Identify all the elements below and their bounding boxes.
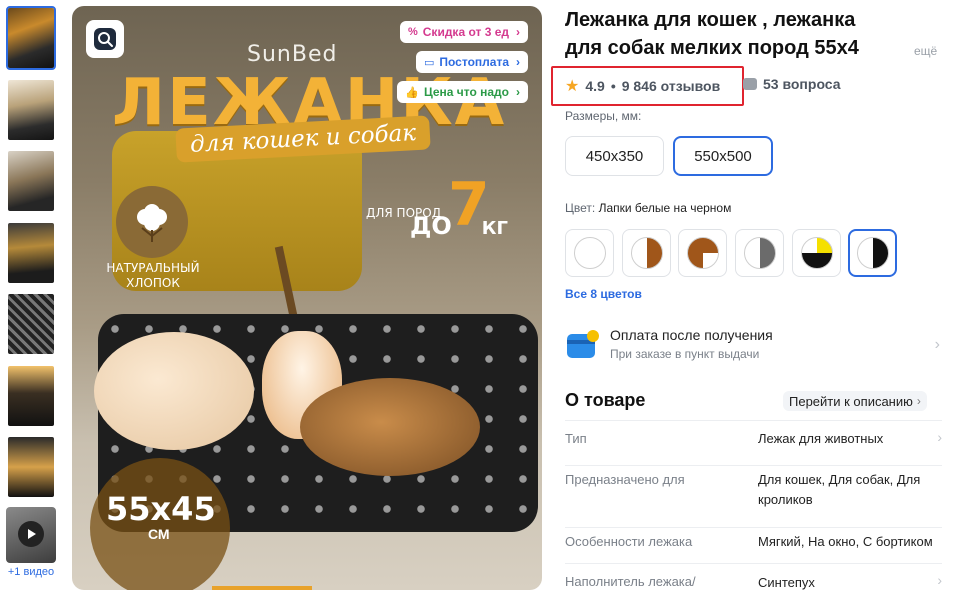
size-badge-unit: СМ <box>148 526 170 542</box>
percent-icon: % <box>407 26 418 38</box>
thumbnail-3[interactable] <box>6 149 56 213</box>
promo-discount-button[interactable]: % Скидка от 3 ед › <box>399 21 528 43</box>
chevron-right-icon: › <box>516 85 520 99</box>
spec-value: Лежак для животных <box>758 431 884 446</box>
spec-key: Тип <box>565 431 587 446</box>
product-title-line1: Лежанка для кошек , лежанка <box>565 9 856 31</box>
go-to-description-label: Перейти к описанию <box>789 393 913 409</box>
promo-price-label: Цена что надо <box>423 85 509 99</box>
color-circle <box>686 237 719 269</box>
size-badge-text: 55х45 <box>106 490 216 528</box>
main-product-image[interactable]: SunBed ЛЕЖАНКА для кошек и собак НАТУРАЛ… <box>72 6 542 590</box>
color-circle <box>743 237 776 269</box>
weight-number: 7 <box>448 170 490 240</box>
image-progress-bar <box>212 586 312 590</box>
payment-title: Оплата после получения <box>610 327 773 343</box>
thumbnail-6[interactable] <box>6 364 56 428</box>
cotton-label-line1: НАТУРАЛЬНЫЙ <box>106 261 200 275</box>
thumbnail-4[interactable] <box>6 221 56 285</box>
puppy-illustration <box>94 332 254 450</box>
promo-postpay-button[interactable]: ▭ Постоплата › <box>415 51 528 73</box>
spec-value: Мягкий, На окно, С бортиком <box>758 534 933 549</box>
chat-bubble-icon <box>743 78 757 90</box>
questions-link[interactable]: 53 вопроса <box>743 76 841 92</box>
go-to-description-button[interactable]: Перейти к описанию › <box>783 391 927 411</box>
thumbnail-5[interactable] <box>6 292 56 356</box>
spec-key: Особенности лежака <box>565 534 693 549</box>
all-colors-link[interactable]: Все 8 цветов <box>565 287 642 301</box>
spec-row[interactable]: Наполнитель лежака/ Синтепух › <box>565 563 942 593</box>
size-option-450[interactable]: 450х350 <box>565 136 664 176</box>
spec-key: Предназначено для <box>565 472 685 487</box>
promo-price-button[interactable]: 👍 Цена что надо › <box>397 81 528 103</box>
spec-row: Особенности лежака Мягкий, На окно, С бо… <box>565 527 942 563</box>
thumbnail-1[interactable] <box>6 6 56 70</box>
sizes-label: Размеры, мм: <box>565 109 642 123</box>
cotton-icon <box>116 186 188 258</box>
color-circle <box>856 237 889 269</box>
card-icon: ▭ <box>423 56 435 69</box>
color-label-key: Цвет: <box>565 201 596 215</box>
weight-to-text: ДО <box>410 212 452 240</box>
title-more-link[interactable]: ещё <box>914 44 937 58</box>
spec-value: Для кошек, Для собак, Для кроликов <box>758 472 921 507</box>
size-option-550[interactable]: 550х500 <box>673 136 773 176</box>
questions-count: 53 вопроса <box>763 76 841 92</box>
payment-subtitle: При заказе в пункт выдачи <box>610 347 760 361</box>
puppy-illustration-2 <box>300 378 480 476</box>
search-by-photo-button[interactable] <box>86 20 124 58</box>
video-thumbnail[interactable] <box>6 506 56 563</box>
chevron-right-icon: › <box>937 429 942 445</box>
video-count-label[interactable]: +1 видео <box>6 566 56 578</box>
thumbnail-7[interactable] <box>6 435 56 499</box>
color-circle <box>573 237 606 269</box>
camera-search-icon <box>94 28 116 50</box>
dot-separator: • <box>610 78 616 94</box>
thumbnail-strip: +1 видео <box>6 6 60 578</box>
color-circle <box>800 237 833 269</box>
promo-postpay-label: Постоплата <box>439 55 509 69</box>
rating-value: 4.9 <box>585 78 605 94</box>
color-swatch-grey-white[interactable] <box>735 229 784 277</box>
about-product-heading: О товаре <box>565 390 646 410</box>
color-swatch-brown-white-quarter[interactable] <box>678 229 727 277</box>
reviews-count: 9 846 отзывов <box>621 78 721 94</box>
star-icon: ★ <box>565 78 580 95</box>
thumb-up-icon: 👍 <box>405 86 419 99</box>
product-title: Лежанка для кошек , лежанка для собак ме… <box>565 6 910 62</box>
color-label-value: Лапки белые на черном <box>598 201 732 215</box>
brand-logo-text: SunBed <box>247 42 338 67</box>
payment-on-delivery[interactable]: Оплата после получения При заказе в пунк… <box>565 324 940 366</box>
spec-row: Предназначено для Для кошек, Для собак, … <box>565 465 942 527</box>
spec-value: Синтепух <box>758 575 815 590</box>
cotton-label: НАТУРАЛЬНЫЙ ХЛОПОК <box>90 261 216 291</box>
cotton-label-line2: ХЛОПОК <box>126 276 180 290</box>
color-swatch-white[interactable] <box>565 229 614 277</box>
chevron-right-icon: › <box>934 336 940 353</box>
spec-row[interactable]: Тип Лежак для животных › <box>565 420 942 465</box>
thumbnail-2[interactable] <box>6 78 56 142</box>
rating-reviews-link[interactable]: ★ 4.9 • 9 846 отзывов <box>565 76 720 96</box>
payment-card-icon <box>567 330 599 358</box>
chevron-right-icon: › <box>916 394 921 408</box>
product-title-line2: для собак мелких пород 55х4 <box>565 37 859 59</box>
spec-key: Наполнитель лежака/ <box>565 574 696 589</box>
color-swatch-black-yellow[interactable] <box>792 229 841 277</box>
color-swatch-black-white[interactable] <box>848 229 897 277</box>
chevron-right-icon: › <box>516 25 520 39</box>
chevron-right-icon: › <box>516 55 520 69</box>
play-icon <box>18 520 44 547</box>
color-label: Цвет: Лапки белые на черном <box>565 201 731 215</box>
chevron-right-icon: › <box>937 572 942 588</box>
color-swatch-brown-white[interactable] <box>622 229 671 277</box>
promo-discount-label: Скидка от 3 ед <box>422 25 509 39</box>
color-circle <box>630 237 663 269</box>
